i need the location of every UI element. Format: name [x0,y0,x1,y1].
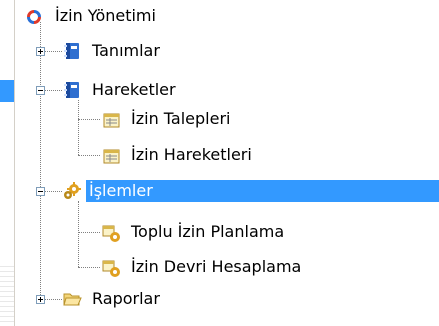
tree-connector [78,155,100,156]
tree-connector [78,119,100,120]
expand-button[interactable] [36,47,45,56]
form-icon [103,113,120,128]
app-refresh-icon [27,10,41,24]
form-icon [103,149,120,164]
tree-connector [40,22,41,299]
left-panel-grid [0,262,14,326]
process-icon [102,260,120,277]
tree-item-label: İzin Hareketleri [131,145,252,164]
tree-item-label: İzin Devri Hesaplama [131,257,302,276]
tree-root-label: İzin Yönetimi [55,6,156,25]
tree-item-label: Toplu İzin Planlama [131,222,285,241]
collapse-button[interactable] [36,86,45,95]
expand-button[interactable] [36,295,45,304]
tree-item-label: İzin Talepleri [131,109,231,128]
tree-connector [78,232,100,233]
folder-icon [63,293,82,306]
tree-item-label: Raporlar [92,289,160,308]
tree-connector [78,100,79,155]
left-panel-selection [0,80,14,102]
tree-connector [78,267,100,268]
tree-item-label: Hareketler [92,80,176,99]
tree-item-label-selected: İşlemler [86,180,439,202]
book-icon [64,43,79,59]
gears-icon [64,182,81,199]
collapse-button[interactable] [36,187,45,196]
left-panel [0,0,14,326]
process-icon [102,225,120,242]
tree-connector [78,201,79,267]
tree-view[interactable]: İzin Yönetimi Tanımlar Hareketler İzin T… [15,0,439,326]
tree-item-label: Tanımlar [92,41,160,60]
book-icon [64,82,79,98]
